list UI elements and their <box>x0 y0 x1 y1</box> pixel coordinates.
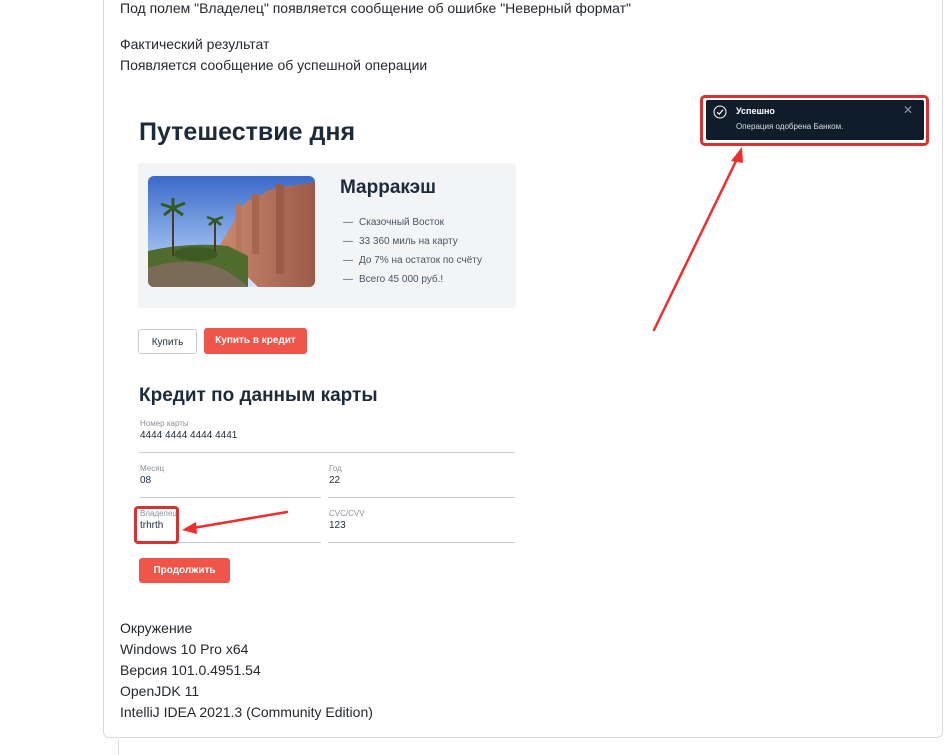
tour-card: Марракэш Сказочный Восток 33 360 миль на… <box>138 163 516 308</box>
environment-heading: Окружение <box>120 620 193 636</box>
tour-feature-item: 33 360 миль на карту <box>343 232 482 251</box>
owner-highlight-box <box>134 506 179 544</box>
expected-result-text: Под полем "Владелец" появляется сообщени… <box>120 0 632 16</box>
card-number-field[interactable]: Номер карты 4444 4444 4444 4441 <box>139 419 515 453</box>
toast-highlight-box <box>700 95 929 146</box>
tour-feature-item: До 7% на остаток по счёту <box>343 251 482 270</box>
tour-features: Сказочный Восток 33 360 миль на карту До… <box>343 213 482 289</box>
year-value[interactable]: 22 <box>329 475 340 486</box>
actual-result-text: Появляется сообщение об успешной операци… <box>120 57 428 73</box>
environment-item: IntelliJ IDEA 2021.3 (Community Edition) <box>120 704 373 720</box>
year-label: Год <box>329 464 342 473</box>
app-page-title: Путешествие дня <box>139 118 356 146</box>
cvc-field[interactable]: CVC/CVV 123 <box>328 509 515 543</box>
card-number-label: Номер карты <box>140 419 189 428</box>
environment-item: Windows 10 Pro x64 <box>120 641 249 657</box>
continue-button[interactable]: Продолжить <box>139 558 230 583</box>
month-value[interactable]: 08 <box>140 475 151 486</box>
buy-button[interactable]: Купить <box>138 329 197 354</box>
credit-form-title: Кредит по данным карты <box>139 385 378 406</box>
year-field[interactable]: Год 22 <box>328 464 515 498</box>
buy-credit-button[interactable]: Купить в кредит <box>204 328 307 354</box>
card-number-value[interactable]: 4444 4444 4444 4441 <box>140 430 237 441</box>
environment-item: Версия 101.0.4951.54 <box>120 662 261 678</box>
environment-item: OpenJDK 11 <box>120 683 200 699</box>
thread-line <box>118 740 119 755</box>
cvc-label: CVC/CVV <box>329 509 365 518</box>
cvc-value[interactable]: 123 <box>329 520 346 531</box>
marrakech-photo <box>148 176 315 287</box>
actual-result-heading: Фактический результат <box>120 36 270 52</box>
month-label: Месяц <box>140 464 165 473</box>
tour-city: Марракэш <box>340 177 436 198</box>
tour-feature-item: Сказочный Восток <box>343 213 482 232</box>
month-field[interactable]: Месяц 08 <box>139 464 321 498</box>
tour-feature-item: Всего 45 000 руб.! <box>343 270 482 289</box>
